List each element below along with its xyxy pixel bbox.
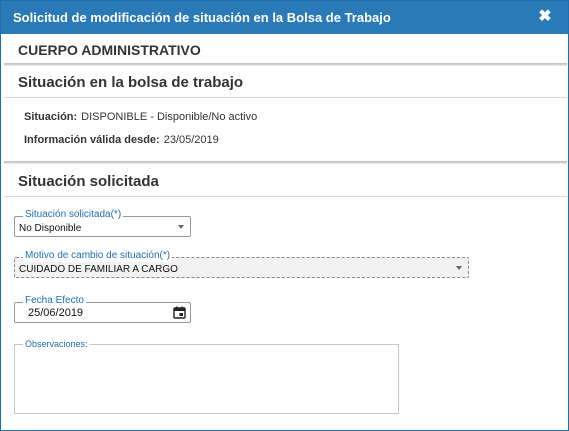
observaciones-textarea[interactable]: Observaciones: [14, 338, 399, 414]
cuerpo-header: CUERPO ADMINISTRATIVO [4, 37, 567, 63]
motivo-select[interactable]: Motivo de cambio de situación(*) CUIDADO… [14, 250, 469, 278]
valida-value: 23/05/2019 [163, 134, 219, 146]
dialog-content: CUERPO ADMINISTRATIVO Situación en la bo… [4, 34, 567, 430]
chevron-down-icon [178, 225, 184, 229]
observaciones-label: Observaciones: [23, 338, 90, 350]
situacion-solicitada-value: No Disponible [19, 223, 82, 234]
situacion-solicitada-label: Situación solicitada(*) [23, 209, 124, 221]
motivo-value: CUIDADO DE FAMILIAR A CARGO [19, 264, 178, 275]
valida-label: Información válida desde: [24, 134, 160, 146]
fecha-efecto-input[interactable]: Fecha Efecto 25/06/2019 [14, 295, 191, 323]
dialog-titlebar: Solicitud de modificación de situación e… [1, 1, 568, 34]
motivo-label: Motivo de cambio de situación(*) [23, 250, 173, 262]
situacion-actual-title: Situación en la bolsa de trabajo [18, 74, 244, 91]
dialog-title: Solicitud de modificación de situación e… [13, 10, 391, 25]
situacion-row: Situación: DISPONIBLE - Disponible/No act… [24, 111, 257, 123]
situacion-label: Situación: [24, 111, 78, 123]
situacion-solicitada-title: Situación solicitada [18, 173, 159, 190]
section-divider [4, 63, 567, 66]
section-divider [4, 161, 567, 164]
close-icon[interactable]: ✖ [536, 7, 554, 27]
cuerpo-title: CUERPO ADMINISTRATIVO [18, 42, 201, 58]
situacion-solicitada-header: Situación solicitada [4, 167, 567, 197]
fecha-efecto-label: Fecha Efecto [23, 295, 86, 307]
calendar-icon[interactable] [173, 306, 186, 319]
situacion-actual-header: Situación en la bolsa de trabajo [4, 68, 567, 98]
fecha-efecto-value: 25/06/2019 [28, 307, 84, 319]
modal-dialog: Solicitud de modificación de situación e… [0, 0, 569, 431]
situacion-solicitada-select[interactable]: Situación solicitada(*) No Disponible [14, 209, 191, 237]
chevron-down-icon [456, 266, 462, 270]
valida-row: Información válida desde: 23/05/2019 [24, 134, 219, 146]
situacion-value: DISPONIBLE - Disponible/No activo [81, 111, 258, 123]
